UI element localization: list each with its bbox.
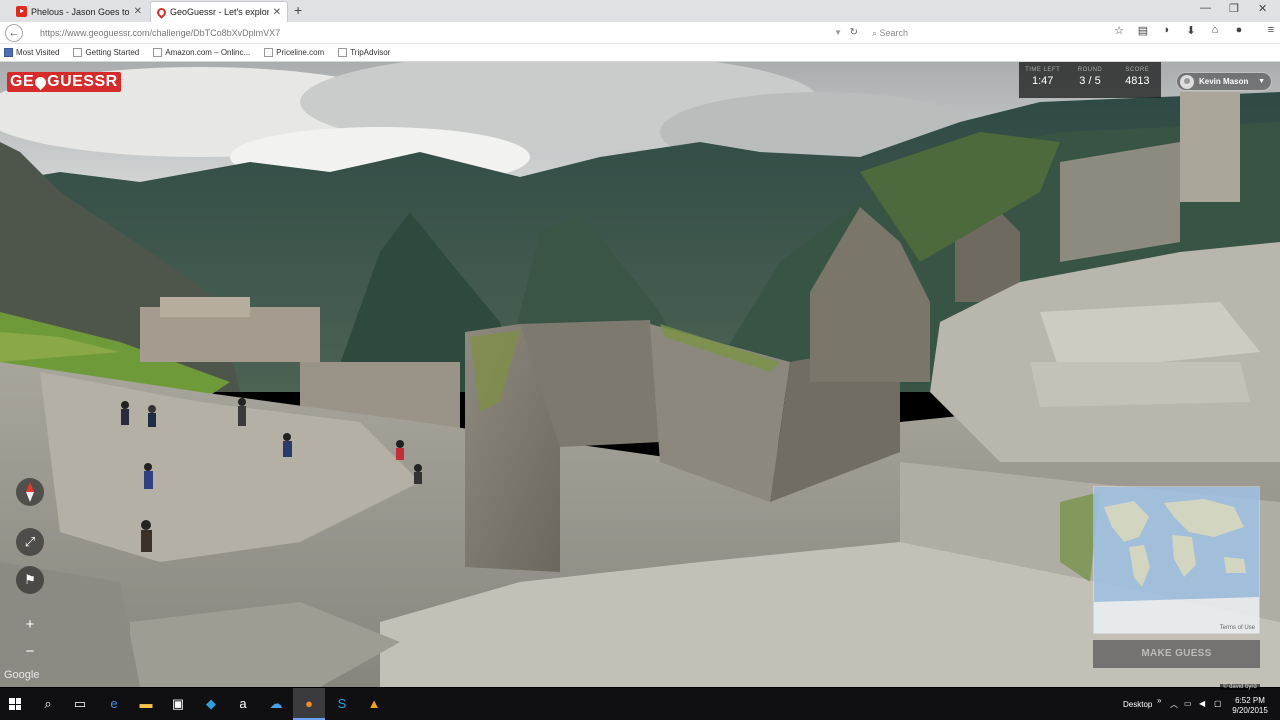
toolbar-icons: ☆ ▤ ◗ ⬇ ⌂ ● ≡ [1112,24,1278,37]
score-value: 4813 [1125,75,1150,87]
watermark-badge: © david byrd [1220,684,1260,690]
system-clock[interactable]: 6:52 PM 9/20/2015 [1226,696,1274,716]
close-window-icon[interactable]: ✕ [1258,2,1267,15]
search-input[interactable]: ⌕ Search [866,25,1108,41]
reading-list-icon[interactable]: ▤ [1136,24,1150,37]
volume-icon[interactable]: ◀ [1199,699,1205,708]
caret-down-icon: ▼ [1258,78,1265,85]
page-icon [338,48,348,57]
youtube-icon [16,6,27,17]
zoom-in-button[interactable]: + [16,610,44,638]
google-watermark: Google [4,669,40,681]
edge-icon[interactable]: e [106,696,122,712]
user-menu-button[interactable]: Kevin Mason ▼ [1176,72,1272,91]
onedrive-icon[interactable]: ☁ [268,696,284,712]
logo-pin-icon [32,74,49,90]
logo-text-right: GUESSR [47,73,118,90]
geoguessr-logo[interactable]: GE GUESSR [7,72,121,92]
logo-text-left: GE [10,73,35,90]
new-tab-icon[interactable]: + [294,2,302,18]
url-text: https://www.geoguessr.com/challenge/DbTC… [40,28,281,38]
bookmark-priceline[interactable]: Priceline.com [264,48,324,57]
chat-icon[interactable]: ● [1232,24,1246,37]
home-icon[interactable]: ⌂ [1208,24,1222,37]
search-icon[interactable]: ⌕ [40,696,56,712]
page-icon [264,48,274,57]
compass-icon[interactable] [16,478,44,506]
network-icon[interactable]: ▭ [1184,699,1192,708]
page-icon [153,48,163,57]
street-view-panorama[interactable] [0,62,1280,687]
zoom-out-button[interactable]: − [16,637,44,665]
screen: Phelous - Jason Goes to H... ✕ GeoGuessr… [0,0,1280,720]
windows-taskbar: ⌕ ▭ e ▬ ▣ ◆ a ☁ ● S ▲ Desktop » ︿ ▭ ◀ ▢ … [0,688,1280,720]
panorama-scene [0,62,1280,687]
guess-map[interactable]: Terms of Use [1093,486,1260,634]
firefox-icon: ● [305,696,313,711]
desktop-toolbar-label[interactable]: Desktop [1123,700,1152,709]
pocket-icon[interactable]: ◗ [1160,24,1174,37]
search-icon: ⌕ [872,28,880,38]
download-icon[interactable]: ⬇ [1184,24,1198,37]
reload-icon[interactable]: ↻ [850,25,858,41]
bookmark-amazon[interactable]: Amazon.com – Onlinc... [153,48,250,57]
time-left: TIME LEFT 1:47 [1019,62,1066,98]
notification-icon[interactable]: ▢ [1214,699,1222,708]
time-left-label: TIME LEFT [1025,67,1061,73]
tab-phelous[interactable]: Phelous - Jason Goes to H... ✕ [10,1,148,22]
bookmark-most-visited[interactable]: Most Visited [4,48,59,57]
minimize-icon[interactable]: — [1200,2,1211,14]
url-bar[interactable]: https://www.geoguessr.com/challenge/DbTC… [30,25,860,41]
fullscreen-icon[interactable]: ⤢ [16,528,44,556]
round-label: ROUND [1077,67,1103,73]
vlc-icon[interactable]: ▲ [366,696,382,712]
game-status-panel: TIME LEFT 1:47 ROUND 3 / 5 SCORE 4813 [1019,62,1161,98]
chevron-icon[interactable]: » [1157,696,1161,705]
browser-toolbar: ← https://www.geoguessr.com/challenge/Db… [0,22,1280,44]
store-icon[interactable]: ▣ [170,696,186,712]
folder-icon [4,48,13,57]
dropbox-icon[interactable]: ◆ [203,696,219,712]
bookmarks-bar: Most Visited Getting Started Amazon.com … [0,44,1280,62]
menu-icon[interactable]: ≡ [1264,24,1278,37]
amazon-icon[interactable]: a [235,696,251,712]
windows-start-icon[interactable] [9,698,21,710]
geoguessr-pin-icon [155,5,168,19]
time-left-value: 1:47 [1031,75,1054,87]
bookmark-tripadvisor[interactable]: TripAdvisor [338,48,390,57]
back-arrow-icon[interactable]: ← [5,24,23,42]
tab-title: GeoGuessr - Let's explore t... [170,7,269,17]
round: ROUND 3 / 5 [1066,62,1113,98]
score: SCORE 4813 [1114,62,1161,98]
page-icon [73,48,83,57]
close-tab-icon[interactable]: ✕ [273,7,281,18]
flag-return-icon[interactable]: ⚑ [16,566,44,594]
tray-overflow-icon[interactable]: ︿ [1170,699,1178,710]
file-explorer-icon[interactable]: ▬ [138,696,154,712]
restore-icon[interactable]: ❐ [1229,2,1239,15]
score-label: SCORE [1125,67,1150,73]
browser-tab-strip: Phelous - Jason Goes to H... ✕ GeoGuessr… [0,0,1280,22]
search-placeholder: Search [879,28,909,38]
world-map-graphic [1094,487,1259,633]
close-tab-icon[interactable]: ✕ [134,6,142,17]
skype-icon[interactable]: S [334,696,350,712]
clock-time: 6:52 PM [1235,696,1265,705]
task-view-icon[interactable]: ▭ [72,696,88,712]
tab-title: Phelous - Jason Goes to H... [31,6,130,17]
clock-date: 9/20/2015 [1232,706,1268,715]
avatar [1180,74,1194,89]
map-terms-link[interactable]: Terms of Use [1220,625,1255,631]
make-guess-button[interactable]: MAKE GUESS [1093,640,1260,668]
user-name: Kevin Mason [1199,77,1249,86]
bookmark-getting-started[interactable]: Getting Started [73,48,139,57]
url-dropdown-icon[interactable]: ▼ [834,25,842,41]
round-value: 3 / 5 [1079,75,1101,87]
bookmark-star-icon[interactable]: ☆ [1112,24,1126,37]
tab-geoguessr[interactable]: GeoGuessr - Let's explore t... ✕ [150,1,288,22]
